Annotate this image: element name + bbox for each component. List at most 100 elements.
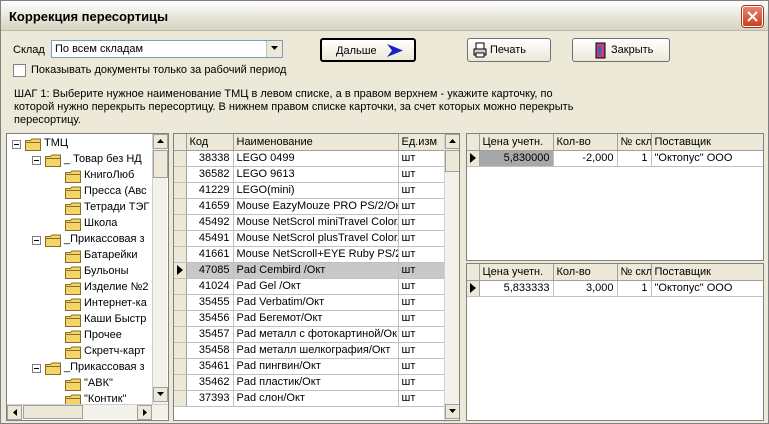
cell-unit[interactable]: шт bbox=[398, 182, 445, 199]
cell-supplier[interactable]: "Октопус" ООО bbox=[651, 150, 763, 167]
cell-code[interactable]: 35462 bbox=[186, 374, 234, 391]
collapse-toggle-icon[interactable] bbox=[32, 156, 41, 165]
collapse-toggle-icon[interactable] bbox=[32, 236, 41, 245]
cell-unit[interactable]: шт bbox=[398, 166, 445, 183]
table-row[interactable]: 5,830000 -2,000 1 "Октопус" ООО bbox=[467, 150, 763, 167]
table-row[interactable]: 35457 Pad металл с фотокартиной/Ок шт bbox=[174, 326, 445, 343]
cell-code[interactable]: 45491 bbox=[186, 230, 234, 247]
tree-scroll-up[interactable] bbox=[153, 134, 168, 149]
items-scroll-up[interactable] bbox=[445, 134, 459, 149]
cell-unit[interactable]: шт bbox=[398, 342, 445, 359]
cell-unit[interactable]: шт bbox=[398, 198, 445, 215]
tree-vscroll[interactable] bbox=[152, 134, 168, 404]
cell-name[interactable]: Pad слон/Окт bbox=[233, 390, 399, 407]
cell-code[interactable]: 35458 bbox=[186, 342, 234, 359]
column-header-unit[interactable]: Ед.изм bbox=[398, 134, 445, 151]
cell-name[interactable]: Mouse NetScroll+EYE Ruby PS/2 bbox=[233, 246, 399, 263]
column-header-code[interactable]: Код bbox=[186, 134, 234, 151]
warehouse-select-dropdown[interactable] bbox=[266, 41, 282, 57]
collapse-toggle-icon[interactable] bbox=[12, 140, 21, 149]
table-row[interactable]: 35455 Pad Verbatim/Окт шт bbox=[174, 294, 445, 311]
category-tree[interactable]: ТМЦ _ Товар без НД КнигоЛюб Пресса (Авс Тетр… bbox=[6, 133, 169, 421]
table-row[interactable]: 5,833333 3,000 1 "Октопус" ООО bbox=[467, 280, 763, 297]
table-row[interactable]: 35462 Pad пластик/Окт шт bbox=[174, 374, 445, 391]
table-row[interactable]: 35458 Pad металл шелкография/Окт шт bbox=[174, 342, 445, 359]
table-row[interactable]: 35456 Pad Бегемот/Окт шт bbox=[174, 310, 445, 327]
cell-code[interactable]: 45492 bbox=[186, 214, 234, 231]
cards-top-grid[interactable]: Цена учетн. Кол-во № скл Поставщик 5,830… bbox=[466, 133, 764, 261]
cell-name[interactable]: Pad Бегемот/Окт bbox=[233, 310, 399, 327]
table-row[interactable]: 41661 Mouse NetScroll+EYE Ruby PS/2 шт bbox=[174, 246, 445, 263]
cell-price[interactable]: 5,830000 bbox=[479, 150, 554, 167]
column-header-warehouse[interactable]: № скл bbox=[617, 264, 652, 281]
cell-name[interactable]: Mouse EazyMouze PRO PS/2/Ок bbox=[233, 198, 399, 215]
column-header-price[interactable]: Цена учетн. bbox=[479, 264, 554, 281]
table-row[interactable]: 41229 LEGO(mini) шт bbox=[174, 182, 445, 199]
print-button[interactable]: Печать bbox=[467, 38, 551, 62]
cell-name[interactable]: Mouse NetScrol plusTravel Color/ bbox=[233, 230, 399, 247]
cell-code[interactable]: 37393 bbox=[186, 390, 234, 407]
cell-unit[interactable]: шт bbox=[398, 150, 445, 167]
cell-name[interactable]: LEGO(mini) bbox=[233, 182, 399, 199]
cell-qty[interactable]: -2,000 bbox=[553, 150, 618, 167]
cell-name[interactable]: Pad пингвин/Окт bbox=[233, 358, 399, 375]
table-row[interactable]: 37393 Pad слон/Окт шт bbox=[174, 390, 445, 407]
cell-code[interactable]: 35456 bbox=[186, 310, 234, 327]
work-period-checkbox[interactable] bbox=[13, 64, 26, 77]
column-header-warehouse[interactable]: № скл bbox=[617, 134, 652, 151]
cell-qty[interactable]: 3,000 bbox=[553, 280, 618, 297]
window-close-button[interactable] bbox=[741, 5, 764, 28]
cell-name[interactable]: Pad пластик/Окт bbox=[233, 374, 399, 391]
items-vscroll-thumb[interactable] bbox=[445, 150, 459, 172]
cell-price[interactable]: 5,833333 bbox=[479, 280, 554, 297]
cell-code[interactable]: 38338 bbox=[186, 150, 234, 167]
cell-unit[interactable]: шт bbox=[398, 278, 445, 295]
cell-code[interactable]: 36582 bbox=[186, 166, 234, 183]
close-button[interactable]: Закрыть bbox=[572, 38, 670, 62]
tree-scroll-left[interactable] bbox=[7, 405, 22, 420]
table-row[interactable]: 41659 Mouse EazyMouze PRO PS/2/Ок шт bbox=[174, 198, 445, 215]
column-header-supplier[interactable]: Поставщик bbox=[651, 134, 763, 151]
cell-name[interactable]: LEGO 0499 bbox=[233, 150, 399, 167]
table-row[interactable]: 35461 Pad пингвин/Окт шт bbox=[174, 358, 445, 375]
table-row[interactable]: 45492 Mouse NetScrol miniTravel Color/шт bbox=[174, 214, 445, 231]
column-header-name[interactable]: Наименование bbox=[233, 134, 399, 151]
table-row[interactable]: 45491 Mouse NetScrol plusTravel Color/шт bbox=[174, 230, 445, 247]
cell-code[interactable]: 41661 bbox=[186, 246, 234, 263]
cell-unit[interactable]: шт bbox=[398, 246, 445, 263]
table-row[interactable]: 41024 Pad Gel /Окт шт bbox=[174, 278, 445, 295]
cards-bottom-grid[interactable]: Цена учетн. Кол-во № скл Поставщик 5,833… bbox=[466, 263, 764, 421]
tree-hscroll[interactable] bbox=[7, 404, 168, 420]
items-vscroll[interactable] bbox=[444, 134, 459, 420]
tree-scroll-right[interactable] bbox=[137, 405, 152, 420]
cell-unit[interactable]: шт bbox=[398, 262, 445, 279]
table-row[interactable]: 47085 Pad Cembird /Окт шт bbox=[174, 262, 445, 279]
cell-name[interactable]: LEGO 9613 bbox=[233, 166, 399, 183]
tree-scroll-down[interactable] bbox=[153, 387, 168, 402]
cell-code[interactable]: 35455 bbox=[186, 294, 234, 311]
collapse-toggle-icon[interactable] bbox=[32, 364, 41, 373]
cell-unit[interactable]: шт bbox=[398, 310, 445, 327]
table-row[interactable]: 38338 LEGO 0499 шт bbox=[174, 150, 445, 167]
cell-warehouse[interactable]: 1 bbox=[617, 280, 652, 297]
tree-vscroll-thumb[interactable] bbox=[153, 150, 168, 178]
cell-code[interactable]: 41659 bbox=[186, 198, 234, 215]
cell-unit[interactable]: шт bbox=[398, 390, 445, 407]
cell-unit[interactable]: шт bbox=[398, 374, 445, 391]
cell-unit[interactable]: шт bbox=[398, 230, 445, 247]
cell-name[interactable]: Pad металл шелкография/Окт bbox=[233, 342, 399, 359]
cell-unit[interactable]: шт bbox=[398, 294, 445, 311]
cell-supplier[interactable]: "Октопус" ООО bbox=[651, 280, 763, 297]
column-header-supplier[interactable]: Поставщик bbox=[651, 264, 763, 281]
cell-name[interactable]: Mouse NetScrol miniTravel Color/ bbox=[233, 214, 399, 231]
cell-name[interactable]: Pad Cembird /Окт bbox=[233, 262, 399, 279]
column-header-qty[interactable]: Кол-во bbox=[553, 134, 618, 151]
cell-code[interactable]: 41229 bbox=[186, 182, 234, 199]
cell-code[interactable]: 47085 bbox=[186, 262, 234, 279]
cell-unit[interactable]: шт bbox=[398, 326, 445, 343]
cell-code[interactable]: 35461 bbox=[186, 358, 234, 375]
tree-hscroll-thumb[interactable] bbox=[23, 405, 83, 419]
title-bar[interactable]: Коррекция пересортицы bbox=[1, 1, 768, 31]
cell-code[interactable]: 41024 bbox=[186, 278, 234, 295]
warehouse-select[interactable]: По всем складам bbox=[51, 40, 283, 58]
